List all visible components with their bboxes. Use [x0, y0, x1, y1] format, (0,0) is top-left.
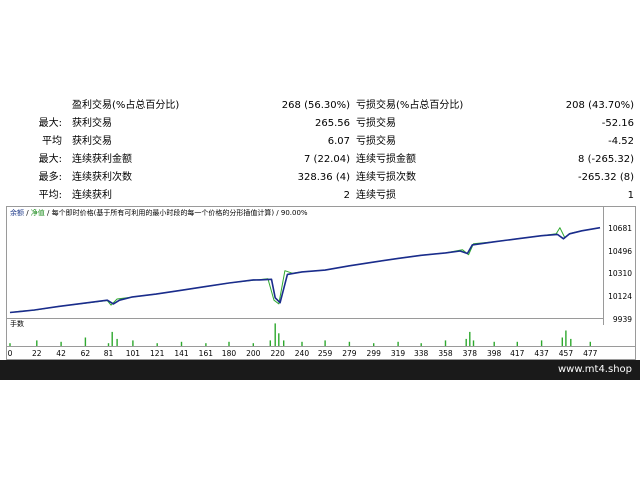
volume-bar — [570, 338, 572, 346]
x-tick-label: 121 — [150, 349, 165, 358]
volume-bar — [278, 333, 280, 346]
stat-name-loss: 连续亏损 — [356, 190, 396, 201]
volume-label: 手数 — [10, 320, 24, 328]
legend-balance: 余额 — [10, 209, 24, 217]
x-tick-label: 457 — [558, 349, 574, 358]
stat-name: 盈利交易(%占总百分比) — [72, 100, 180, 111]
stat-name: 获利交易 — [72, 136, 112, 147]
x-tick-label: 358 — [438, 349, 453, 358]
stat-name: 连续获利 — [72, 190, 112, 201]
stats-row: 最大: 获利交易 265.56 亏损交易 -52.16 — [0, 115, 640, 133]
stat-value-loss: 1 — [627, 190, 634, 201]
stat-name: 获利交易 — [72, 118, 112, 129]
x-tick-label: 0 — [7, 349, 13, 358]
x-tick-label: 220 — [270, 349, 285, 358]
stat-prefix: 最多: — [38, 172, 62, 183]
stats-row: 最多: 连续获利次数 328.36 (4) 连续亏损次数 -265.32 (8) — [0, 169, 640, 187]
volume-bar — [565, 330, 567, 346]
stat-name-loss: 连续亏损次数 — [356, 172, 416, 183]
volume-bar — [84, 337, 87, 346]
stat-name-loss: 亏损交易 — [356, 136, 396, 147]
stat-name: 连续获利次数 — [72, 172, 132, 183]
x-tick-label: 180 — [221, 349, 237, 358]
x-tick-label: 161 — [198, 349, 214, 358]
x-tick-label: 81 — [103, 349, 114, 358]
stat-value: 6.07 — [327, 136, 350, 147]
stat-value-loss: 8 (-265.32) — [578, 154, 634, 165]
stat-value: 265.56 — [315, 118, 350, 129]
x-tick-label: 141 — [174, 349, 189, 358]
x-tick-label: 200 — [246, 349, 261, 358]
x-tick-label: 259 — [317, 349, 333, 358]
price-axis: 10681 10496 10310 10124 9939 — [603, 207, 636, 325]
stats-row: 平均 获利交易 6.07 亏损交易 -4.52 — [0, 133, 640, 151]
site-watermark: www.mt4.shop — [557, 364, 632, 375]
x-tick-label: 42 — [56, 349, 66, 358]
y-tick-label: 10310 — [608, 269, 632, 279]
stat-name-loss: 亏损交易 — [356, 118, 396, 129]
stats-row: 平均: 连续获利 2 连续亏损 1 — [0, 187, 640, 205]
stat-value-loss: -52.16 — [601, 118, 634, 129]
stat-value-loss: -4.52 — [608, 136, 634, 147]
footer-bar: www.mt4.shop — [0, 360, 640, 380]
stat-prefix: 最大: — [38, 118, 62, 129]
x-tick-label: 279 — [342, 349, 357, 358]
volume-plot — [9, 323, 591, 346]
x-tick-label: 437 — [534, 349, 549, 358]
stat-prefix: 最大: — [38, 154, 62, 165]
x-tick-label: 398 — [486, 349, 502, 358]
x-tick-label: 299 — [366, 349, 381, 358]
x-tick-label: 417 — [510, 349, 525, 358]
trade-number-axis: 0 22 42 62 81 101 121 141 161 180 200 220 240 259 279 2… — [7, 346, 635, 360]
y-tick-label: 10124 — [608, 292, 632, 302]
stat-name: 连续获利金额 — [72, 154, 132, 165]
x-tick-label: 240 — [294, 349, 310, 358]
volume-bar — [111, 331, 113, 346]
legend-separator: / — [24, 209, 31, 217]
legend-description: 每个即时价格(基于所有可利用的最小时段的每一个价格的分形插值计算) / 90.0… — [51, 209, 308, 217]
stat-prefix: 平均: — [38, 190, 62, 201]
x-tick-label: 22 — [31, 349, 42, 358]
volume-bar — [116, 338, 118, 346]
legend-separator: / — [44, 209, 52, 217]
stats-row: 盈利交易(%占总百分比) 268 (56.30%) 亏损交易(%占总百分比) 208 … — [0, 97, 640, 115]
stat-value: 328.36 (4) — [297, 172, 350, 183]
stat-value: 268 (56.30%) — [281, 100, 350, 111]
volume-separator — [7, 318, 603, 319]
stat-prefix: 平均 — [42, 136, 62, 147]
x-tick-label: 62 — [80, 349, 91, 358]
x-tick-label: 101 — [125, 349, 141, 358]
legend-equity: 净值 — [30, 209, 45, 217]
stat-value-loss: -265.32 (8) — [578, 172, 634, 183]
stats-row: 最大: 连续获利金额 7 (22.04) 连续亏损金额 8 (-265.32) — [0, 151, 640, 169]
y-tick-label: 9939 — [612, 315, 632, 324]
equity-line — [9, 227, 601, 313]
stat-value-loss: 208 (43.70%) — [565, 100, 634, 111]
chart-legend: 余额 / 净值 / 每个即时价格(基于所有可利用的最小时段的每一个价格的分形插值… — [10, 208, 308, 218]
volume-bar — [465, 338, 467, 346]
y-tick-label: 10496 — [608, 246, 632, 256]
volume-bar — [274, 323, 276, 346]
x-tick-label: 319 — [390, 349, 406, 358]
stat-value: 2 — [343, 190, 350, 201]
volume-bar — [469, 331, 471, 346]
x-tick-label: 477 — [583, 349, 598, 358]
stat-name-loss: 连续亏损金额 — [356, 154, 416, 165]
x-tick-label: 378 — [462, 349, 477, 358]
x-tick-label: 338 — [414, 349, 429, 358]
equity-chart-panel: 余额 / 净值 / 每个即时价格(基于所有可利用的最小时段的每一个价格的分形插值… — [6, 206, 636, 360]
balance-line — [9, 226, 601, 314]
y-tick-label: 10681 — [608, 223, 632, 233]
balance-equity-plot — [9, 226, 601, 314]
stat-value: 7 (22.04) — [304, 154, 350, 165]
volume-bar — [561, 337, 563, 346]
